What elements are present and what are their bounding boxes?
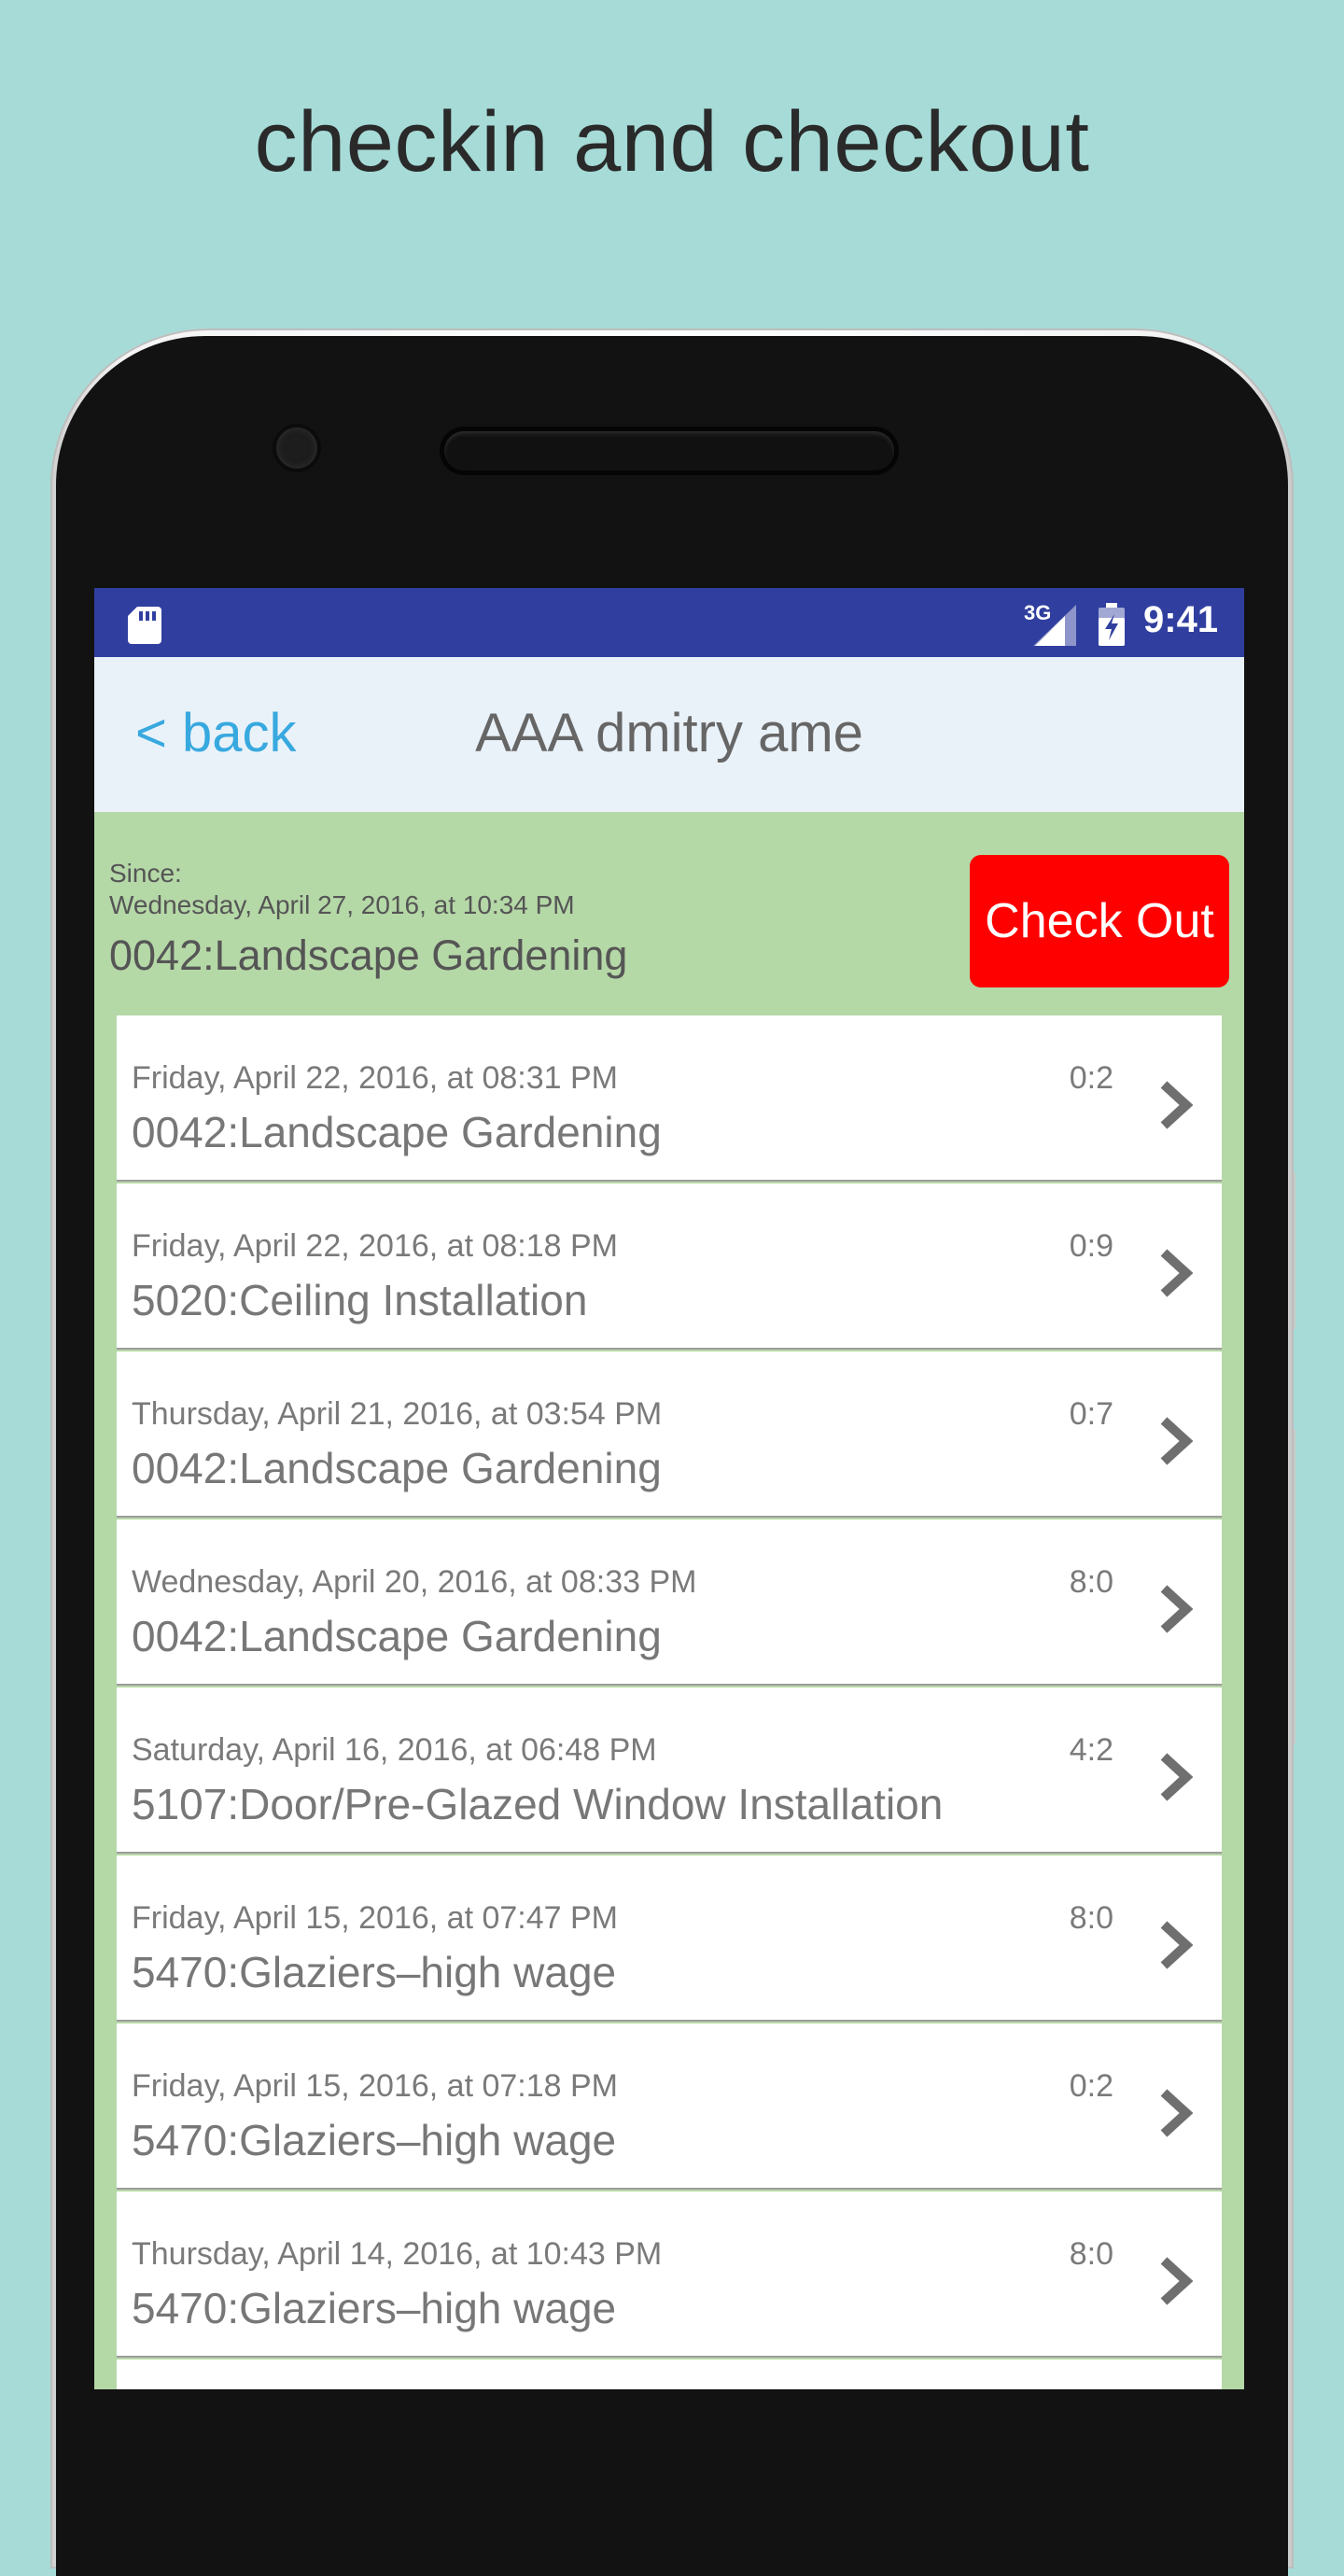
list-item[interactable]: Saturday, April 16, 2016, at 06:48 PM 4:… bbox=[117, 1687, 1222, 1854]
item-task: 5470:Glaziers–high wage bbox=[132, 2116, 617, 2164]
item-hours: 0:2 bbox=[1069, 2068, 1113, 2104]
list-item[interactable]: Friday, April 15, 2016, at 07:18 PM 0:2 … bbox=[117, 2023, 1222, 2190]
sd-card-icon bbox=[128, 607, 161, 644]
chevron-right-icon bbox=[1160, 2089, 1194, 2137]
earpiece-speaker bbox=[444, 431, 894, 470]
navigation-bar: AAA dmitry ame < back bbox=[94, 657, 1244, 812]
since-label: Since: bbox=[109, 859, 182, 888]
item-hours: 8:0 bbox=[1069, 2236, 1113, 2272]
item-task: 0042:Landscape Gardening bbox=[132, 1444, 662, 1492]
item-date: Friday, April 22, 2016, at 08:18 PM bbox=[132, 1228, 618, 1264]
list-item[interactable]: Friday, April 22, 2016, at 08:31 PM 0:2 … bbox=[117, 1015, 1222, 1182]
list-item[interactable]: Thursday, April 14, 2016, at 10:43 PM 8:… bbox=[117, 2191, 1222, 2358]
chevron-right-icon bbox=[1160, 1921, 1194, 1969]
battery-charging-icon bbox=[1099, 603, 1125, 646]
promo-headline: checkin and checkout bbox=[254, 94, 1090, 189]
item-date: Saturday, April 16, 2016, at 06:48 PM bbox=[132, 1732, 657, 1768]
chevron-right-icon bbox=[1160, 2257, 1194, 2305]
status-clock: 9:41 bbox=[1143, 599, 1219, 640]
list-item[interactable]: Friday, April 15, 2016, at 07:47 PM 8:0 … bbox=[117, 1855, 1222, 2022]
item-hours: 0:2 bbox=[1069, 1060, 1113, 1096]
item-hours: 8:0 bbox=[1069, 1564, 1113, 1600]
back-button[interactable]: < back bbox=[135, 702, 297, 764]
chevron-right-icon bbox=[1160, 1417, 1194, 1465]
item-date: Friday, April 15, 2016, at 07:47 PM bbox=[132, 1900, 618, 1936]
front-camera bbox=[276, 427, 317, 469]
app-screen: 3G 9:41 AAA dmitry ame < back Since: Wed… bbox=[94, 588, 1244, 2389]
status-bar: 3G 9:41 bbox=[94, 588, 1244, 657]
chevron-right-icon bbox=[1160, 1081, 1194, 1129]
check-out-button[interactable]: Check Out bbox=[970, 855, 1229, 987]
item-hours: 4:2 bbox=[1069, 1732, 1113, 1768]
list-item[interactable] bbox=[117, 2359, 1222, 2389]
list-item[interactable]: Thursday, April 21, 2016, at 03:54 PM 0:… bbox=[117, 1351, 1222, 1518]
item-date: Wednesday, April 20, 2016, at 08:33 PM bbox=[132, 1564, 697, 1600]
item-task: 5470:Glaziers–high wage bbox=[132, 1948, 617, 1996]
item-date: Friday, April 15, 2016, at 07:18 PM bbox=[132, 2068, 618, 2104]
item-task: 5107:Door/Pre-Glazed Window Installation bbox=[132, 1780, 944, 1828]
item-date: Thursday, April 21, 2016, at 03:54 PM bbox=[132, 1396, 663, 1432]
item-hours: 8:0 bbox=[1069, 1900, 1113, 1936]
item-task: 5470:Glaziers–high wage bbox=[132, 2284, 617, 2332]
item-date: Friday, April 22, 2016, at 08:31 PM bbox=[132, 1060, 618, 1096]
item-hours: 0:9 bbox=[1069, 1228, 1113, 1264]
signal-icon bbox=[1033, 605, 1076, 646]
list-item[interactable]: Wednesday, April 20, 2016, at 08:33 PM 8… bbox=[117, 1519, 1222, 1686]
item-task: 0042:Landscape Gardening bbox=[132, 1108, 662, 1156]
list-item[interactable]: Friday, April 22, 2016, at 08:18 PM 0:9 … bbox=[117, 1183, 1222, 1350]
chevron-right-icon bbox=[1160, 1585, 1194, 1633]
current-task: 0042:Landscape Gardening bbox=[109, 931, 628, 979]
item-hours: 0:7 bbox=[1069, 1396, 1113, 1432]
chevron-right-icon bbox=[1160, 1753, 1194, 1801]
history-list: Friday, April 22, 2016, at 08:31 PM 0:2 … bbox=[117, 1015, 1222, 2389]
current-checkin-panel: Since: Wednesday, April 27, 2016, at 10:… bbox=[94, 812, 1244, 1015]
item-task: 5020:Ceiling Installation bbox=[132, 1276, 588, 1324]
chevron-right-icon bbox=[1160, 1249, 1194, 1297]
item-date: Thursday, April 14, 2016, at 10:43 PM bbox=[132, 2236, 663, 2272]
since-date: Wednesday, April 27, 2016, at 10:34 PM bbox=[109, 890, 575, 919]
item-task: 0042:Landscape Gardening bbox=[132, 1612, 662, 1660]
